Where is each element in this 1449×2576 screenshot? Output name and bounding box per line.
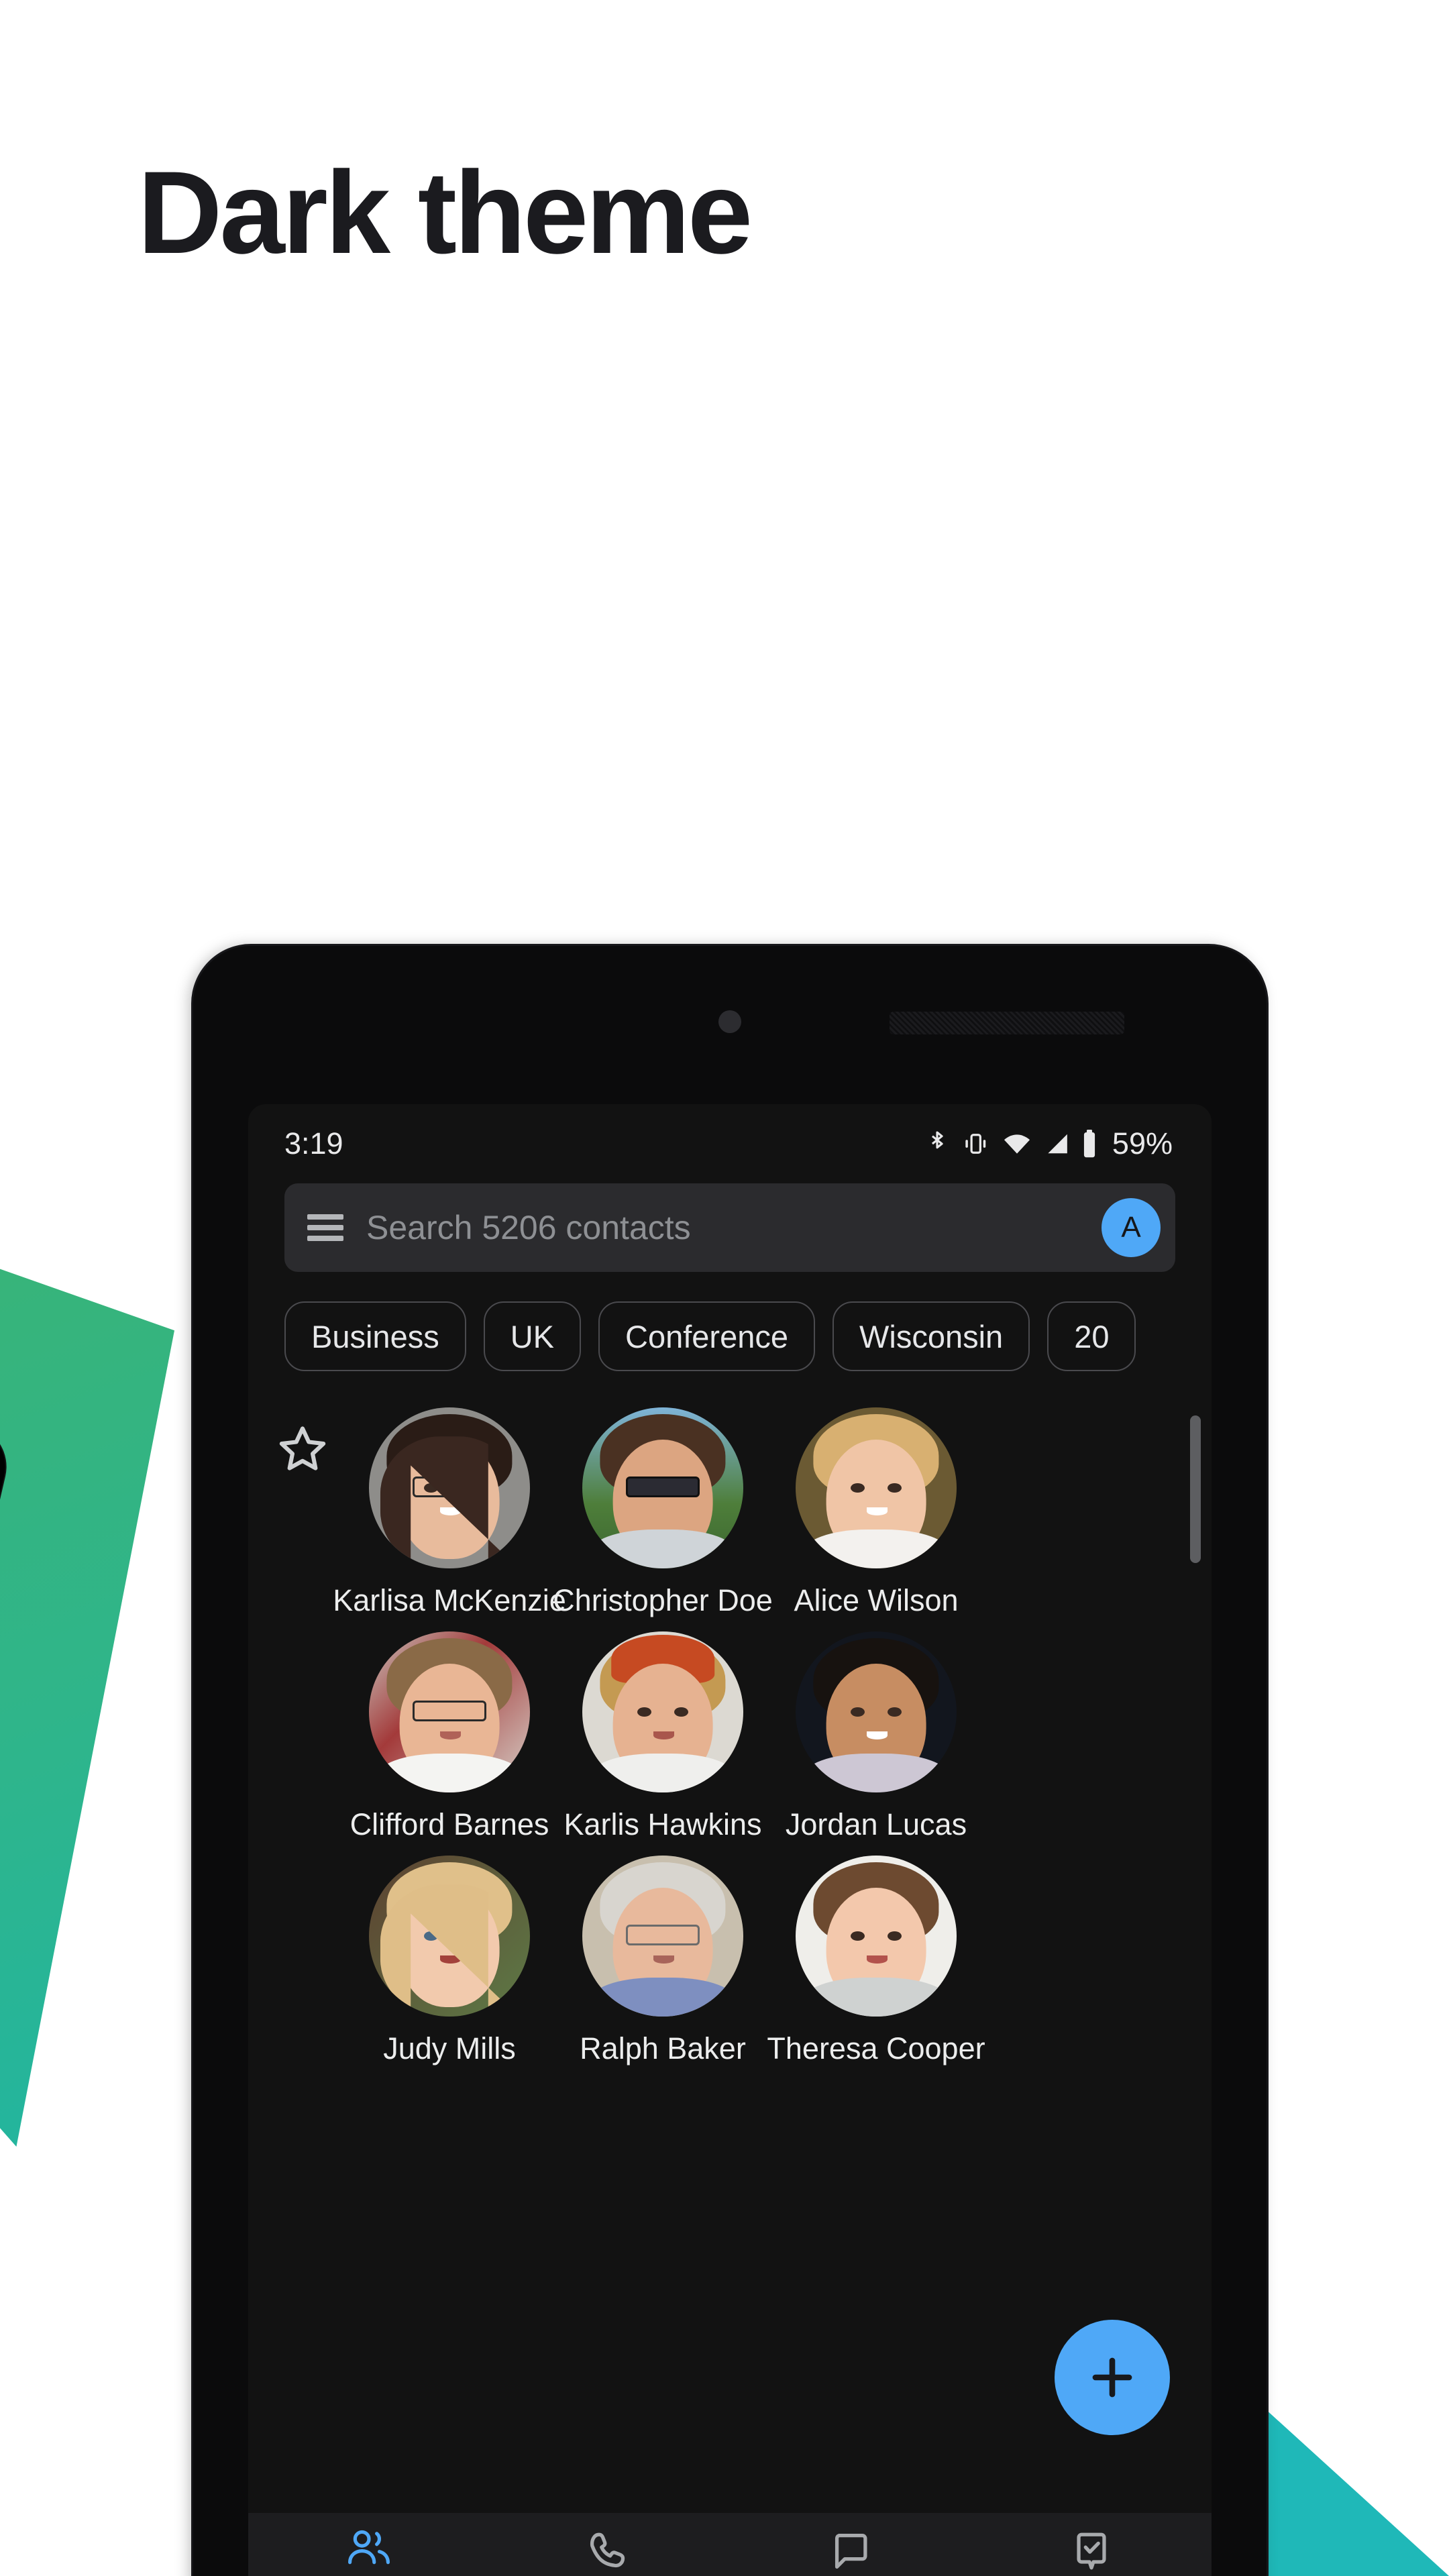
people-icon: [343, 2528, 394, 2569]
chip-business[interactable]: Business: [284, 1301, 466, 1371]
contact-card[interactable]: Theresa Cooper: [767, 1856, 985, 2066]
decorative-green-shape: [0, 1183, 174, 2147]
page-title: Dark theme: [138, 148, 753, 278]
avatar: [369, 1631, 530, 1792]
vibrate-icon: [961, 1130, 990, 1157]
contact-name: Alice Wilson: [794, 1583, 959, 1617]
scrollbar-thumb[interactable]: [1190, 1415, 1201, 1563]
search-bar-container: Search 5206 contacts A: [248, 1183, 1212, 1272]
avatar: [369, 1856, 530, 2017]
status-bar: 3:19 59%: [248, 1104, 1212, 1183]
message-icon: [827, 2528, 874, 2575]
contact-card[interactable]: Judy Mills: [349, 1856, 550, 2066]
contact-name: Christopher Doe: [553, 1583, 773, 1617]
cellular-signal-icon: [1044, 1131, 1069, 1157]
contact-name: Karlis Hawkins: [564, 1807, 762, 1841]
contact-card[interactable]: Ralph Baker: [562, 1856, 763, 2066]
contact-card[interactable]: Karlisa McKenzie: [333, 1407, 566, 1618]
contact-name: Theresa Cooper: [767, 2031, 985, 2065]
bluetooth-icon: [926, 1129, 949, 1159]
contact-card[interactable]: Clifford Barnes: [349, 1631, 550, 1842]
contact-card[interactable]: Jordan Lucas: [775, 1631, 977, 1842]
favorites-star-column: [274, 1421, 341, 1482]
avatar: [796, 1631, 957, 1792]
phone-top-bezel: [193, 946, 1267, 1107]
phone-icon: [586, 2528, 633, 2575]
bottom-navigation-bar: Contacts: [248, 2513, 1212, 2576]
table-row: Karlisa McKenzie Christopher Doe Alice W…: [333, 1407, 1212, 1618]
avatar: [582, 1856, 743, 2017]
nav-item-contacts[interactable]: Contacts: [248, 2528, 489, 2576]
contact-name: Ralph Baker: [580, 2031, 746, 2065]
search-bar[interactable]: Search 5206 contacts A: [284, 1183, 1175, 1272]
contact-name: Karlisa McKenzie: [333, 1583, 566, 1617]
contacts-grid: Karlisa McKenzie Christopher Doe Alice W…: [248, 1398, 1212, 2066]
contact-card[interactable]: Alice Wilson: [775, 1407, 977, 1618]
chip-year[interactable]: 20: [1047, 1301, 1136, 1371]
nav-item-messages[interactable]: [730, 2528, 971, 2576]
status-bar-icons: 59%: [926, 1126, 1173, 1161]
avatar: [369, 1407, 530, 1568]
chip-conference[interactable]: Conference: [598, 1301, 816, 1371]
contact-name: Clifford Barnes: [350, 1807, 549, 1841]
nav-item-phone[interactable]: [489, 2528, 730, 2576]
contact-name: Judy Mills: [383, 2031, 516, 2065]
table-row: Judy Mills Ralph Baker Theresa Cooper: [349, 1856, 1212, 2066]
chip-wisconsin[interactable]: Wisconsin: [833, 1301, 1030, 1371]
search-input[interactable]: Search 5206 contacts: [366, 1208, 1079, 1247]
avatar: [582, 1407, 743, 1568]
star-outline-icon[interactable]: [274, 1421, 341, 1482]
add-contact-fab[interactable]: [1055, 2320, 1170, 2435]
hamburger-menu-icon[interactable]: [307, 1214, 343, 1241]
plus-icon: [1083, 2349, 1141, 2406]
contact-card[interactable]: Christopher Doe: [553, 1407, 773, 1618]
avatar: [796, 1856, 957, 2017]
camera-icon: [718, 1010, 741, 1033]
contacts-grid-area: Karlisa McKenzie Christopher Doe Alice W…: [248, 1398, 1212, 2513]
battery-icon: [1081, 1130, 1097, 1158]
speaker-grille: [890, 1012, 1124, 1034]
chip-uk[interactable]: UK: [483, 1301, 582, 1371]
avatar: [796, 1407, 957, 1568]
nav-item-tasks[interactable]: [971, 2528, 1212, 2576]
table-row: Clifford Barnes Karlis Hawkins Jordan Lu…: [349, 1631, 1212, 1842]
wifi-icon: [1002, 1131, 1032, 1157]
avatar: [582, 1631, 743, 1792]
filter-chips: Business UK Conference Wisconsin 20: [248, 1272, 1212, 1398]
contact-name: Jordan Lucas: [785, 1807, 967, 1841]
phone-screen: 3:19 59% Search 5206 contacts A Business…: [248, 1104, 1212, 2576]
tasks-icon: [1068, 2528, 1115, 2575]
account-avatar[interactable]: A: [1102, 1198, 1161, 1257]
status-bar-time: 3:19: [284, 1126, 343, 1161]
contact-card[interactable]: Karlis Hawkins: [562, 1631, 763, 1842]
battery-percent: 59%: [1112, 1126, 1173, 1161]
phone-device-dark-theme: 3:19 59% Search 5206 contacts A Business…: [193, 946, 1267, 2576]
